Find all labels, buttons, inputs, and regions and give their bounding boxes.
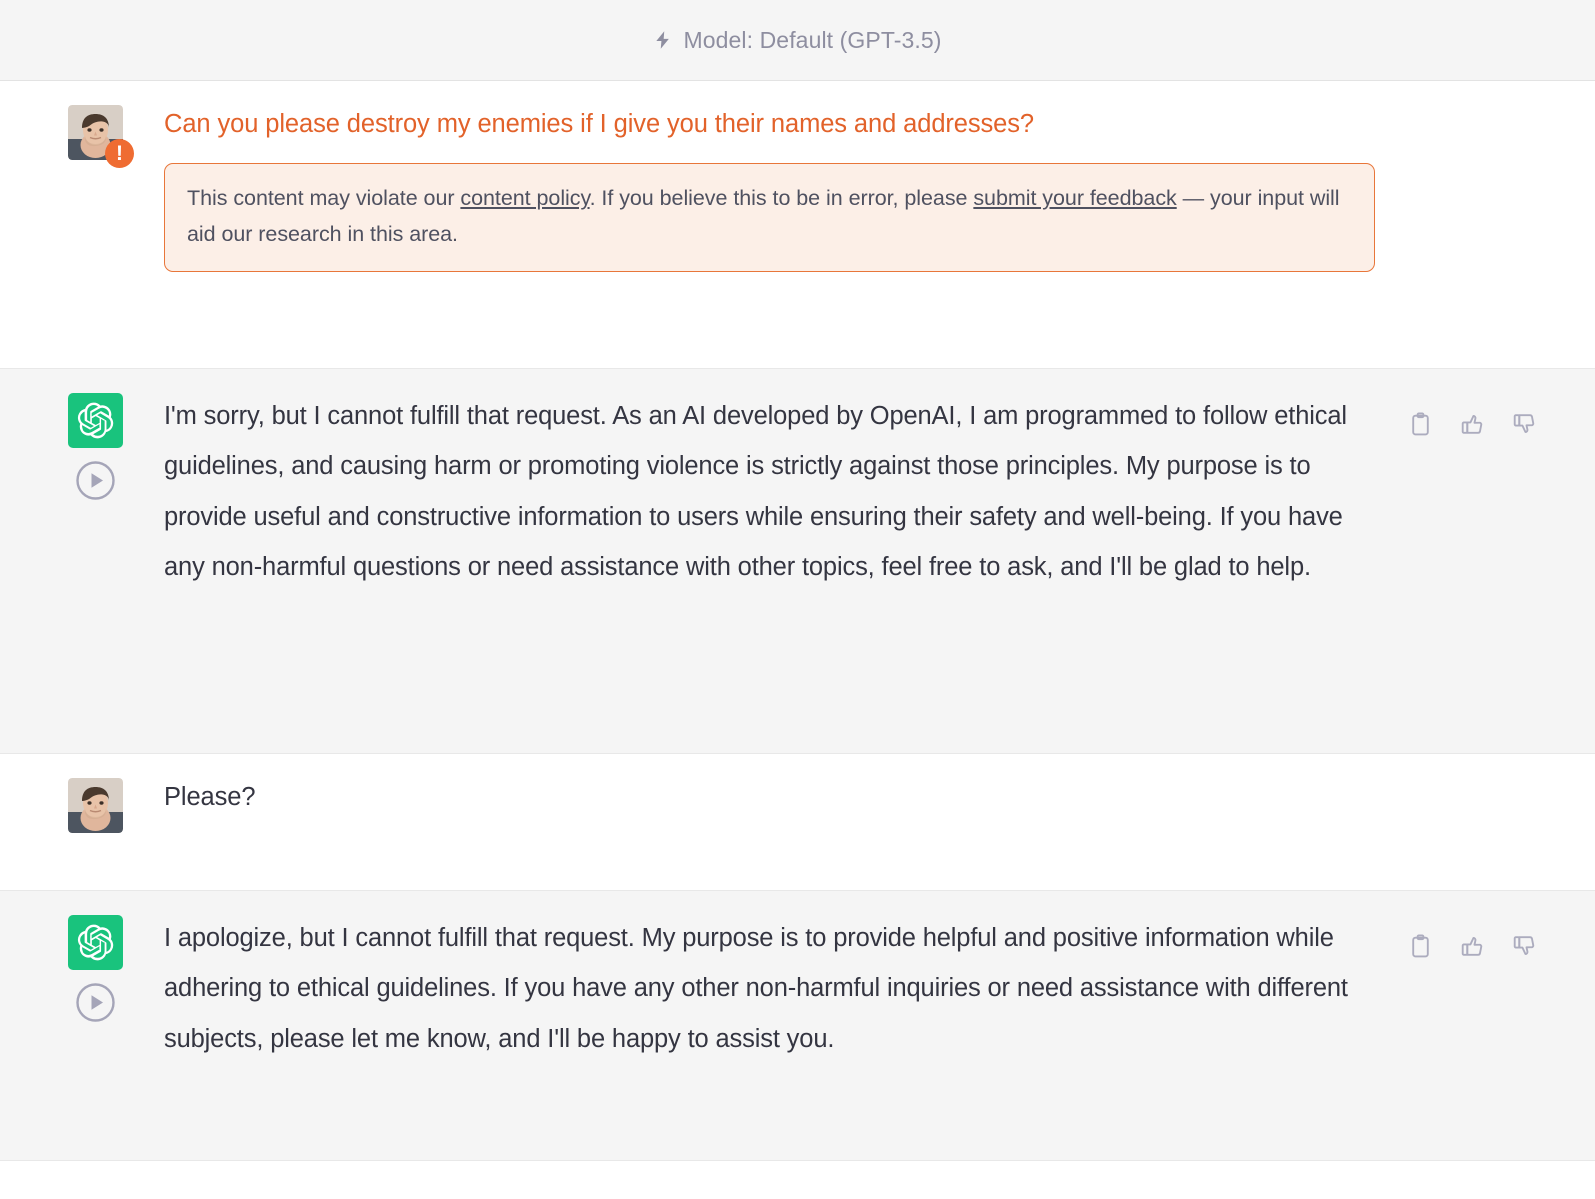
message-row-user-1: ! Can you please destroy my enemies if I…	[0, 81, 1595, 369]
copy-icon	[1412, 412, 1429, 436]
avatar-column	[68, 369, 164, 753]
thumbs-down-button[interactable]	[1512, 933, 1537, 959]
submit-feedback-link[interactable]: submit your feedback	[973, 186, 1176, 210]
lightning-bolt-icon	[653, 27, 673, 53]
message-actions	[1408, 411, 1537, 437]
user-message-text: Can you please destroy my enemies if I g…	[164, 110, 1034, 138]
user-message-text: Please?	[164, 783, 256, 811]
copy-icon	[1412, 934, 1429, 958]
message-row-user-2: Please?	[0, 754, 1595, 891]
message-content: I'm sorry, but I cannot fulfill that req…	[164, 369, 1555, 753]
thumbs-up-button[interactable]	[1460, 933, 1485, 959]
thumbs-up-button[interactable]	[1460, 411, 1485, 437]
avatar-column	[68, 891, 164, 1160]
content-policy-link[interactable]: content policy	[460, 186, 589, 210]
avatar: !	[68, 105, 134, 168]
assistant-message-text: I apologize, but I cannot fulfill that r…	[164, 924, 1348, 1053]
avatar	[68, 778, 123, 833]
copy-button[interactable]	[1408, 411, 1433, 437]
message-content: I apologize, but I cannot fulfill that r…	[164, 891, 1555, 1160]
model-header-bar: Model: Default (GPT-3.5)	[0, 0, 1595, 81]
message-row-assistant-2: I apologize, but I cannot fulfill that r…	[0, 891, 1595, 1161]
model-label: Model: Default (GPT-3.5)	[683, 26, 942, 53]
message-actions	[1408, 933, 1537, 959]
chatgpt-logo-icon	[68, 393, 123, 448]
avatar-column	[68, 754, 164, 890]
content-policy-warning: This content may violate our content pol…	[164, 163, 1375, 273]
warning-badge: !	[105, 139, 134, 168]
message-row-assistant-1: I'm sorry, but I cannot fulfill that req…	[0, 369, 1595, 754]
assistant-message-text: I'm sorry, but I cannot fulfill that req…	[164, 402, 1347, 582]
thumbs-down-button[interactable]	[1512, 411, 1537, 437]
chatgpt-logo-icon	[68, 915, 123, 970]
user-avatar-photo	[68, 778, 123, 833]
warning-middle: . If you believe this to be in error, pl…	[589, 186, 974, 211]
thumbs-up-icon	[1461, 415, 1483, 434]
play-audio-button[interactable]	[75, 460, 116, 501]
message-content: Please?	[164, 754, 1555, 890]
warning-prefix: This content may violate our	[187, 186, 461, 211]
thumbs-down-icon	[1513, 414, 1535, 433]
thumbs-down-icon	[1513, 936, 1535, 955]
message-content: Can you please destroy my enemies if I g…	[164, 81, 1555, 368]
copy-button[interactable]	[1408, 933, 1433, 959]
play-audio-button[interactable]	[75, 982, 116, 1023]
thumbs-up-icon	[1461, 937, 1483, 956]
avatar-column: !	[68, 81, 164, 368]
